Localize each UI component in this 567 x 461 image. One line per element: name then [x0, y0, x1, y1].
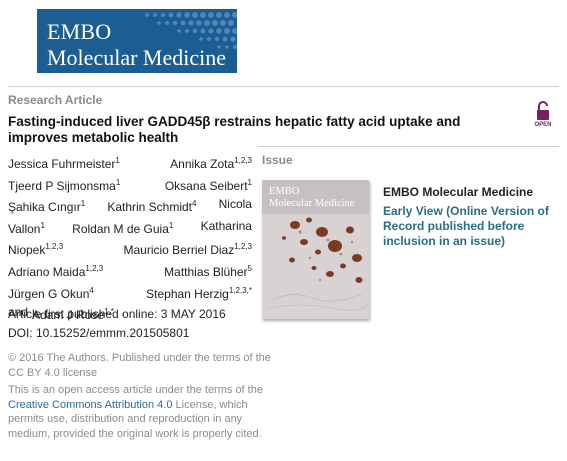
author-affiliation-sup: 1 [247, 177, 252, 187]
author-affiliation-sup: 1 [115, 177, 121, 187]
author-line: Tjeerd P Sijmonsma1 Oksana Seibert1 [8, 174, 252, 196]
journal-banner[interactable]: EMBO Molecular Medicine [37, 9, 237, 73]
author-line: Adriano Maida1,2,3 Matthias Blüher5 [8, 260, 252, 282]
copyright-notice: © 2016 The Authors. Published under the … [8, 352, 271, 379]
author-list: Jessica Fuhrmeister1 Annika Zota1,2,3 Tjee… [8, 152, 252, 325]
author-name[interactable]: Adriano Maida1,2,3 [8, 260, 103, 282]
author-name[interactable]: Şahika Cıngır1 [8, 195, 85, 217]
author-name-fragment[interactable]: Katharina [201, 217, 252, 239]
author-line: Jessica Fuhrmeister1 Annika Zota1,2,3 [8, 152, 252, 174]
author-affiliation-sup: 1 [40, 220, 45, 230]
author-affiliation-sup: 1,2,3 [85, 263, 104, 273]
author-name[interactable]: Kathrin Schmidt4 [107, 195, 196, 217]
author-affiliation-sup: 1,2,3 [45, 242, 64, 252]
author-name[interactable]: Annika Zota1,2,3 [170, 152, 252, 174]
author-name-fragment[interactable]: Niopek1,2,3 [8, 238, 63, 260]
author-affiliation-sup: 1 [168, 220, 174, 230]
author-name-fragment[interactable]: Vallon1 [8, 217, 45, 239]
open-lock-icon [537, 101, 549, 120]
open-access-label: OPEN [534, 122, 552, 128]
author-affiliation-sup: 1 [80, 199, 86, 209]
author-line: Jürgen G Okun4 Stephan Herzig1,2,3,* [8, 282, 252, 304]
early-view-link[interactable]: Early View (Online Version of Record pub… [383, 204, 563, 250]
author-name[interactable]: Oksana Seibert1 [165, 174, 252, 196]
issue-journal-name[interactable]: EMBO Molecular Medicine [383, 185, 533, 199]
author-name[interactable]: Mauricio Berriel Diaz1,2,3 [124, 238, 253, 260]
author-affiliation-sup: 1,2,3 [234, 242, 252, 252]
license-notice: This is an open access article under the… [8, 383, 273, 441]
open-access-badge: OPEN [533, 101, 553, 131]
author-name[interactable]: Jürgen G Okun4 [8, 282, 94, 304]
issue-divider [258, 146, 559, 147]
author-affiliation-sup: 1,2,3 [234, 156, 252, 165]
banner-title-line2: Molecular Medicine [47, 45, 226, 70]
doi[interactable]: DOI: 10.15252/emmm.201505801 [8, 326, 189, 340]
issue-cover-image[interactable]: EMBO Molecular Medicine [262, 180, 369, 319]
cover-title-line1: EMBO [269, 186, 300, 197]
author-name-fragment[interactable]: Nicola [219, 195, 252, 217]
creative-commons-link[interactable]: Creative Commons Attribution 4.0 [8, 399, 172, 411]
author-name[interactable]: Jessica Fuhrmeister1 [8, 152, 120, 174]
author-affiliation-sup: 5 [247, 263, 252, 273]
license-text-before: This is an open access article under the… [8, 384, 263, 396]
author-line: Şahika Cıngır1 Kathrin Schmidt4 Nicola [8, 195, 252, 217]
author-affiliation-sup: 1 [115, 156, 120, 165]
article-title: Fasting-induced liver GADD45β restrains … [8, 114, 461, 145]
header-divider [8, 86, 559, 87]
cover-title-line2: Molecular Medicine [269, 198, 355, 209]
author-name[interactable]: Roldan M de Guia1 [72, 217, 173, 239]
author-line: Vallon1 Roldan M de Guia1 Katharina [8, 217, 252, 239]
author-line: Niopek1,2,3 Mauricio Berriel Diaz1,2,3 [8, 238, 252, 260]
author-affiliation-sup: 4 [89, 285, 94, 295]
author-name[interactable]: Stephan Herzig1,2,3,* [146, 282, 252, 304]
author-name[interactable]: Matthias Blüher5 [164, 260, 252, 282]
author-name[interactable]: Tjeerd P Sijmonsma1 [8, 174, 120, 196]
publication-date: Article first published online: 3 MAY 20… [8, 307, 226, 321]
author-affiliation-sup: 1,2,3,* [228, 285, 252, 295]
issue-label: Issue [262, 153, 293, 167]
author-affiliation-sup: 4 [192, 199, 197, 209]
banner-title-line1: EMBO [47, 19, 112, 44]
article-type: Research Article [8, 93, 103, 107]
